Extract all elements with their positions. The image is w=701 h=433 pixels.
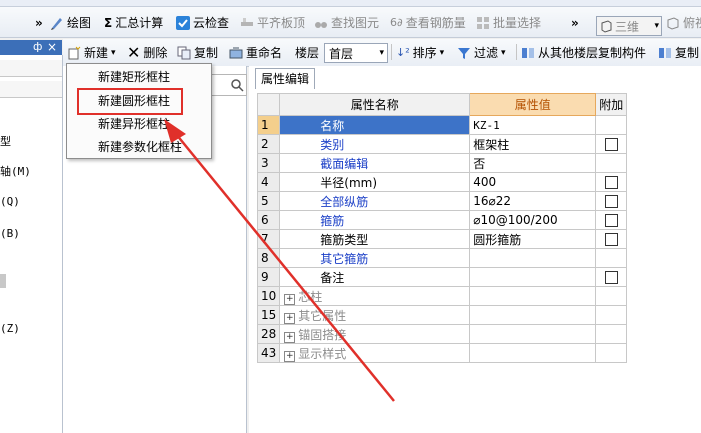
arrow-shaft <box>175 133 395 402</box>
arrow-head <box>164 119 186 143</box>
annotation-arrow <box>164 119 395 402</box>
